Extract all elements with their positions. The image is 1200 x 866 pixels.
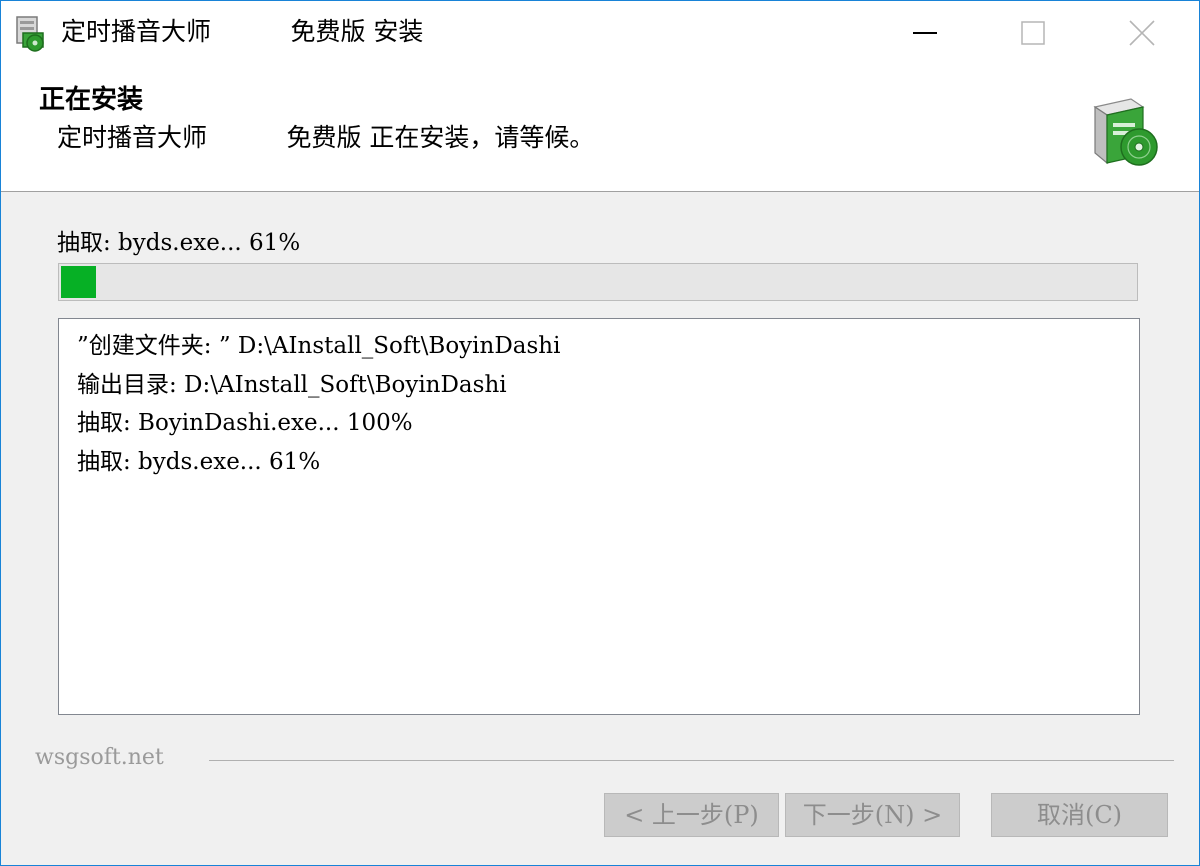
progress-status-text: 抽取: byds.exe... 61% <box>57 230 301 256</box>
progress-fill <box>61 266 96 298</box>
log-line: 输出目录: D:\AInstall_Soft\BoyinDashi <box>77 371 507 398</box>
branding-divider <box>209 760 1174 761</box>
log-line: 抽取: byds.exe... 61% <box>77 448 321 475</box>
branding-text: wsgsoft.net <box>35 745 164 770</box>
maximize-button[interactable] <box>983 1 1083 65</box>
maximize-icon <box>1021 21 1045 45</box>
page-header: 正在安装 定时播音大师 免费版 正在安装，请等候。 <box>1 65 1199 192</box>
window-title: 定时播音大师 免费版 安装 <box>61 17 424 46</box>
page-title: 正在安装 <box>39 85 144 115</box>
minimize-icon <box>913 32 937 34</box>
log-line: 抽取: BoyinDashi.exe... 100% <box>77 410 413 436</box>
page-subtitle: 定时播音大师 免费版 正在安装，请等候。 <box>57 123 595 152</box>
install-log-list[interactable]: ”创建文件夹: ” D:\AInstall_Soft\BoyinDashi 输出目… <box>58 318 1140 715</box>
install-progress-bar <box>58 263 1138 301</box>
minimize-button[interactable] <box>875 1 975 65</box>
close-button[interactable] <box>1091 1 1191 65</box>
title-bar[interactable]: 定时播音大师 免费版 安装 <box>1 1 1199 65</box>
log-lines: ”创建文件夹: ” D:\AInstall_Soft\BoyinDashi 输出目… <box>59 319 1139 481</box>
next-button[interactable]: 下一步(N) > <box>785 793 960 837</box>
installer-cd-box-icon <box>1087 93 1163 169</box>
installer-window: 定时播音大师 免费版 安装 正在安装 定时播音大师 免费版 正在安装，请等候。 <box>0 0 1200 866</box>
back-button[interactable]: < 上一步(P) <box>604 793 779 837</box>
installer-box-icon <box>13 13 49 53</box>
cancel-button[interactable]: 取消(C) <box>991 793 1168 837</box>
log-line: ”创建文件夹: ” D:\AInstall_Soft\BoyinDashi <box>77 333 561 359</box>
close-icon <box>1129 20 1155 46</box>
